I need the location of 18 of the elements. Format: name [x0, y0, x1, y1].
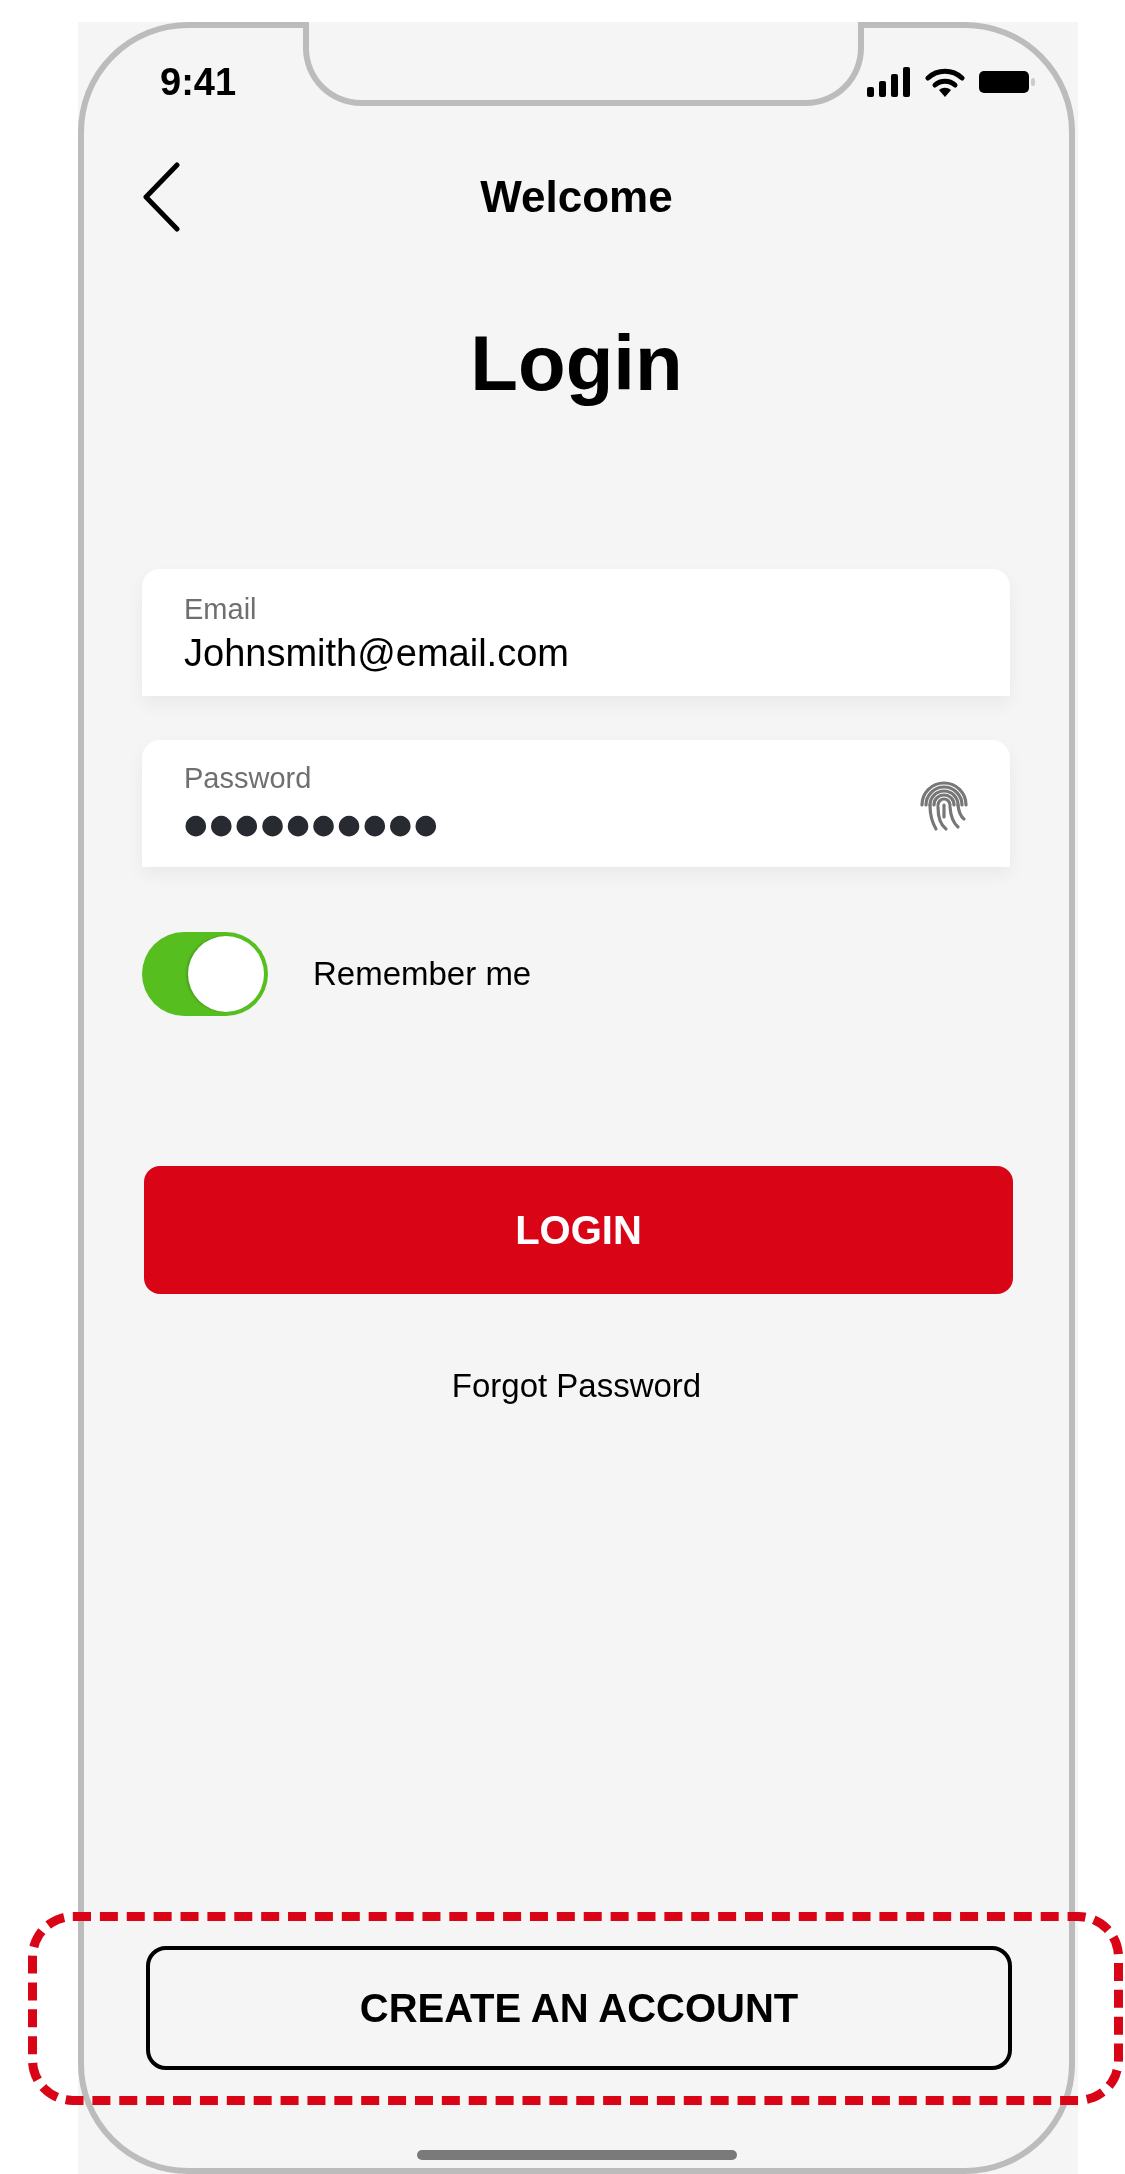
field-value: ●●●●●●●●●●: [184, 806, 440, 841]
field-value: Johnsmith@email.com: [184, 630, 569, 676]
toggle-label: Remember me: [313, 955, 532, 993]
email-field[interactable]: Email Johnsmith@email.com: [142, 569, 1010, 696]
field-label: Password: [184, 760, 313, 796]
password-field[interactable]: Password ●●●●●●●●●●: [142, 740, 1010, 867]
back-button[interactable]: [142, 162, 182, 232]
create-account-button[interactable]: CREATE AN ACCOUNT: [146, 1946, 1012, 2070]
chevron-left-icon: [142, 162, 182, 232]
field-label: Email: [184, 591, 258, 627]
signal-icon: [867, 67, 911, 97]
status-time: 9:41: [160, 60, 237, 104]
nav-title: Welcome: [480, 172, 673, 222]
battery-icon: [979, 69, 1035, 95]
wifi-icon: [925, 67, 965, 97]
login-button[interactable]: LOGIN: [144, 1166, 1013, 1294]
page-heading: Login: [469, 318, 684, 409]
forgot-password-link[interactable]: Forgot Password: [451, 1364, 702, 1408]
